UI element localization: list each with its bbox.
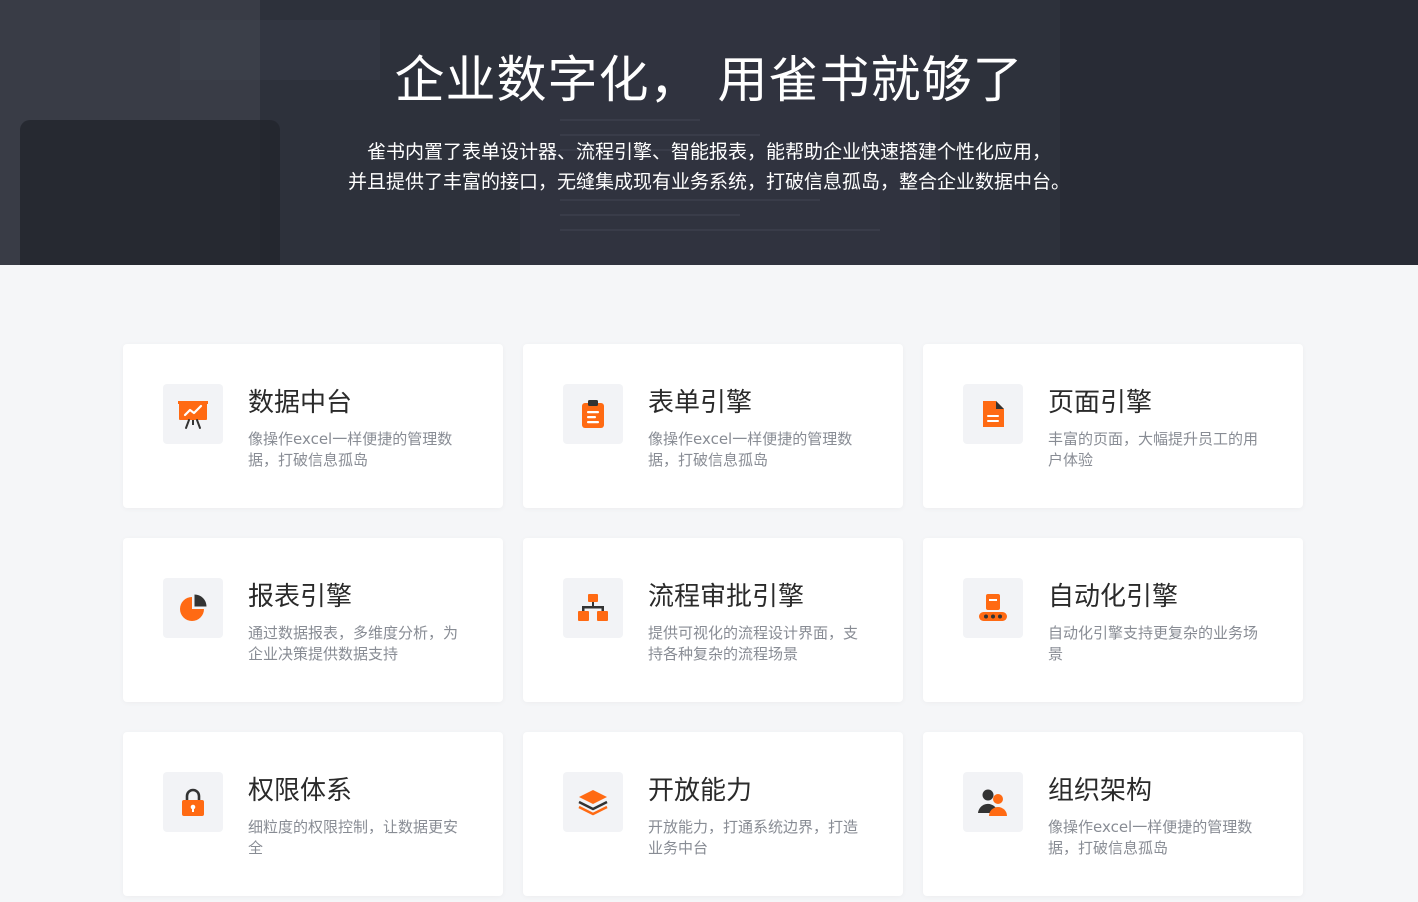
feature-title: 页面引擎 xyxy=(1048,388,1153,418)
feature-title: 权限体系 xyxy=(248,776,353,806)
presentation-chart-icon xyxy=(163,384,223,444)
feature-description: 开放能力，打通系统边界，打造业务中台 xyxy=(648,818,859,857)
feature-card-report-engine[interactable]: 报表引擎 通过数据报表，多维度分析，为企业决策提供数据支持 xyxy=(123,538,503,702)
feature-description: 通过数据报表，多维度分析，为企业决策提供数据支持 xyxy=(248,624,459,663)
pie-chart-icon xyxy=(163,578,223,638)
clipboard-icon xyxy=(563,384,623,444)
layers-icon xyxy=(563,772,623,832)
feature-description: 细粒度的权限控制，让数据更安全 xyxy=(248,818,459,857)
feature-title: 开放能力 xyxy=(648,776,753,806)
feature-description: 丰富的页面，大幅提升员工的用户体验 xyxy=(1048,430,1259,469)
feature-description: 自动化引擎支持更复杂的业务场景 xyxy=(1048,624,1259,663)
users-icon xyxy=(963,772,1023,832)
lock-icon xyxy=(163,772,223,832)
robot-conveyor-icon xyxy=(963,578,1023,638)
feature-description: 像操作excel一样便捷的管理数据，打破信息孤岛 xyxy=(1048,818,1253,857)
feature-title: 组织架构 xyxy=(1048,776,1153,806)
feature-card-permission-system[interactable]: 权限体系 细粒度的权限控制，让数据更安全 xyxy=(123,732,503,896)
hero-subtitle-line-1: 雀书内置了表单设计器、流程引擎、智能报表，能帮助企业快速搭建个性化应用， xyxy=(366,141,1051,163)
feature-title: 数据中台 xyxy=(248,388,353,418)
hero-banner: 企业数字化， 用雀书就够了 雀书内置了表单设计器、流程引擎、智能报表，能帮助企业… xyxy=(0,0,1418,265)
hero-subtitle: 雀书内置了表单设计器、流程引擎、智能报表，能帮助企业快速搭建个性化应用， 并且提… xyxy=(0,137,1418,197)
feature-grid: 数据中台 像操作excel一样便捷的管理数据，打破信息孤岛 表单引擎 像操作ex… xyxy=(123,344,1303,896)
feature-title: 流程审批引擎 xyxy=(648,582,805,612)
feature-card-organization[interactable]: 组织架构 像操作excel一样便捷的管理数据，打破信息孤岛 xyxy=(923,732,1303,896)
feature-description: 提供可视化的流程设计界面，支持各种复杂的流程场景 xyxy=(648,624,859,663)
sitemap-icon xyxy=(563,578,623,638)
feature-description: 像操作excel一样便捷的管理数据，打破信息孤岛 xyxy=(248,430,453,469)
feature-description: 像操作excel一样便捷的管理数据，打破信息孤岛 xyxy=(648,430,853,469)
feature-title: 自动化引擎 xyxy=(1048,582,1179,612)
feature-card-workflow-engine[interactable]: 流程审批引擎 提供可视化的流程设计界面，支持各种复杂的流程场景 xyxy=(523,538,903,702)
feature-title: 表单引擎 xyxy=(648,388,753,418)
feature-card-page-engine[interactable]: 页面引擎 丰富的页面，大幅提升员工的用户体验 xyxy=(923,344,1303,508)
feature-card-automation-engine[interactable]: 自动化引擎 自动化引擎支持更复杂的业务场景 xyxy=(923,538,1303,702)
hero-background-image xyxy=(0,0,1418,265)
feature-card-form-engine[interactable]: 表单引擎 像操作excel一样便捷的管理数据，打破信息孤岛 xyxy=(523,344,903,508)
hero-title: 企业数字化， 用雀书就够了 xyxy=(394,51,1024,109)
hero-subtitle-line-2: 并且提供了丰富的接口，无缝集成现有业务系统，打破信息孤岛，整合企业数据中台。 xyxy=(347,171,1070,193)
document-icon xyxy=(963,384,1023,444)
feature-card-data-platform[interactable]: 数据中台 像操作excel一样便捷的管理数据，打破信息孤岛 xyxy=(123,344,503,508)
feature-card-open-capability[interactable]: 开放能力 开放能力，打通系统边界，打造业务中台 xyxy=(523,732,903,896)
feature-title: 报表引擎 xyxy=(248,582,353,612)
